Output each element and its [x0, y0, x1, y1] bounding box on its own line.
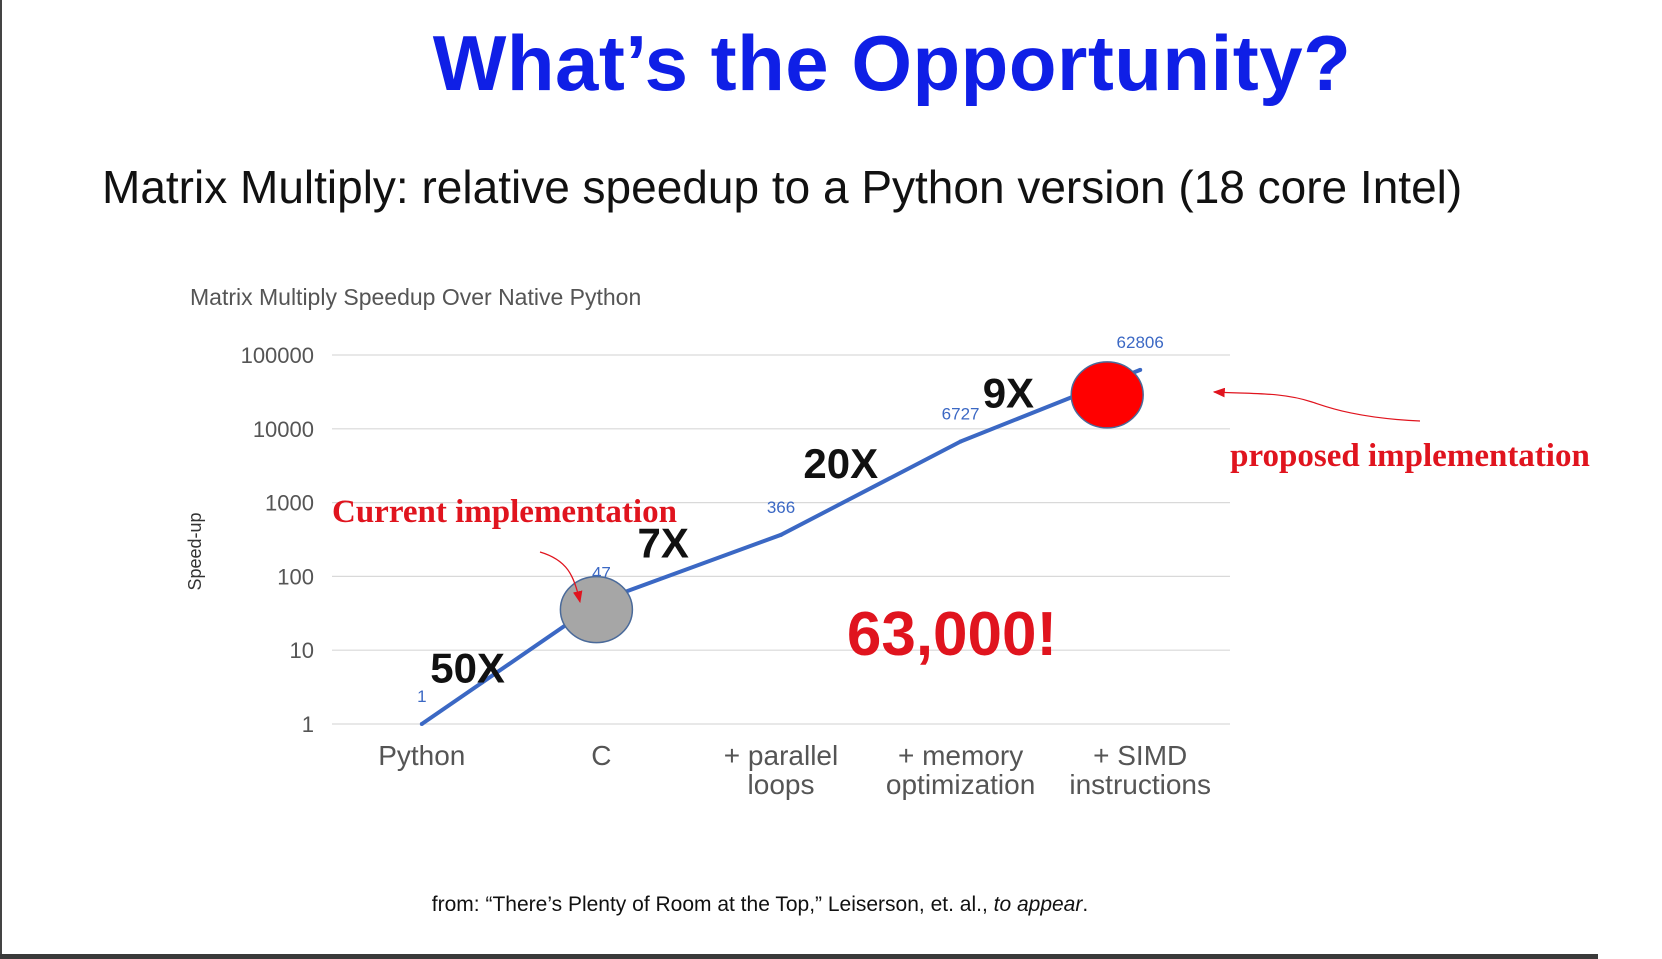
current-implementation-marker [559, 575, 634, 644]
data-value-label: 6727 [942, 405, 980, 424]
x-category-label: + parallel loops [724, 740, 838, 800]
x-category-label-line: + memory [898, 740, 1023, 771]
y-axis-label: Speed-up [185, 512, 205, 590]
y-tick-label: 1000 [265, 491, 314, 516]
series-line [420, 368, 1141, 726]
data-point [958, 439, 963, 444]
data-value-label: 366 [767, 498, 795, 517]
x-category-label-line: optimization [886, 769, 1035, 800]
speedup-chart: 100000 10000 1000 100 10 1 Speed-up Python C + p… [185, 333, 1590, 800]
data-point [419, 722, 424, 726]
citation-suffix: . [1082, 893, 1089, 916]
x-category-label-line: + SIMD [1093, 740, 1187, 771]
y-tick-label: 100 [277, 564, 314, 589]
y-tick-label: 10 [290, 638, 314, 663]
step-multiplier-label: 50X [430, 644, 505, 691]
citation: from: “There’s Plenty of Room at the Top… [2, 893, 1518, 917]
step-multiplier-label: 20X [803, 440, 878, 487]
citation-italic: to appear [993, 893, 1083, 916]
citation-text: from: “There’s Plenty of Room at the Top… [431, 893, 994, 916]
data-value-label: 62806 [1117, 333, 1164, 352]
x-category-label-line: + parallel [724, 740, 838, 771]
x-category-label-line: C [591, 740, 611, 771]
proposed-implementation-label: proposed implementation [1230, 438, 1590, 474]
data-value-label: 1 [417, 687, 426, 706]
proposed-implementation-arrow [1212, 387, 1421, 422]
x-category-label: Python [378, 740, 465, 771]
y-tick-label: 10000 [253, 417, 314, 442]
data-point [779, 532, 783, 537]
slide-bottom-border [0, 954, 1598, 959]
y-tick-label: 100000 [241, 343, 314, 368]
x-category-label: + SIMD instructions [1069, 740, 1211, 800]
slide: What’s the Opportunity? Matrix Multiply:… [0, 0, 1598, 954]
step-multiplier-label: 9X [983, 370, 1034, 417]
x-category-label: C [591, 740, 611, 771]
x-category-label-line: Python [378, 740, 465, 771]
current-implementation-label: Current implementation [332, 494, 677, 530]
total-speedup-label: 63,000! [847, 600, 1057, 669]
data-point [1138, 367, 1143, 372]
y-tick-label: 1 [302, 712, 314, 737]
x-category-label: + memory optimization [886, 740, 1035, 800]
margin-strip [1598, 0, 1662, 959]
proposed-implementation-marker [1070, 361, 1144, 429]
x-category-label-line: instructions [1069, 769, 1211, 800]
x-category-label-line: loops [748, 769, 815, 800]
